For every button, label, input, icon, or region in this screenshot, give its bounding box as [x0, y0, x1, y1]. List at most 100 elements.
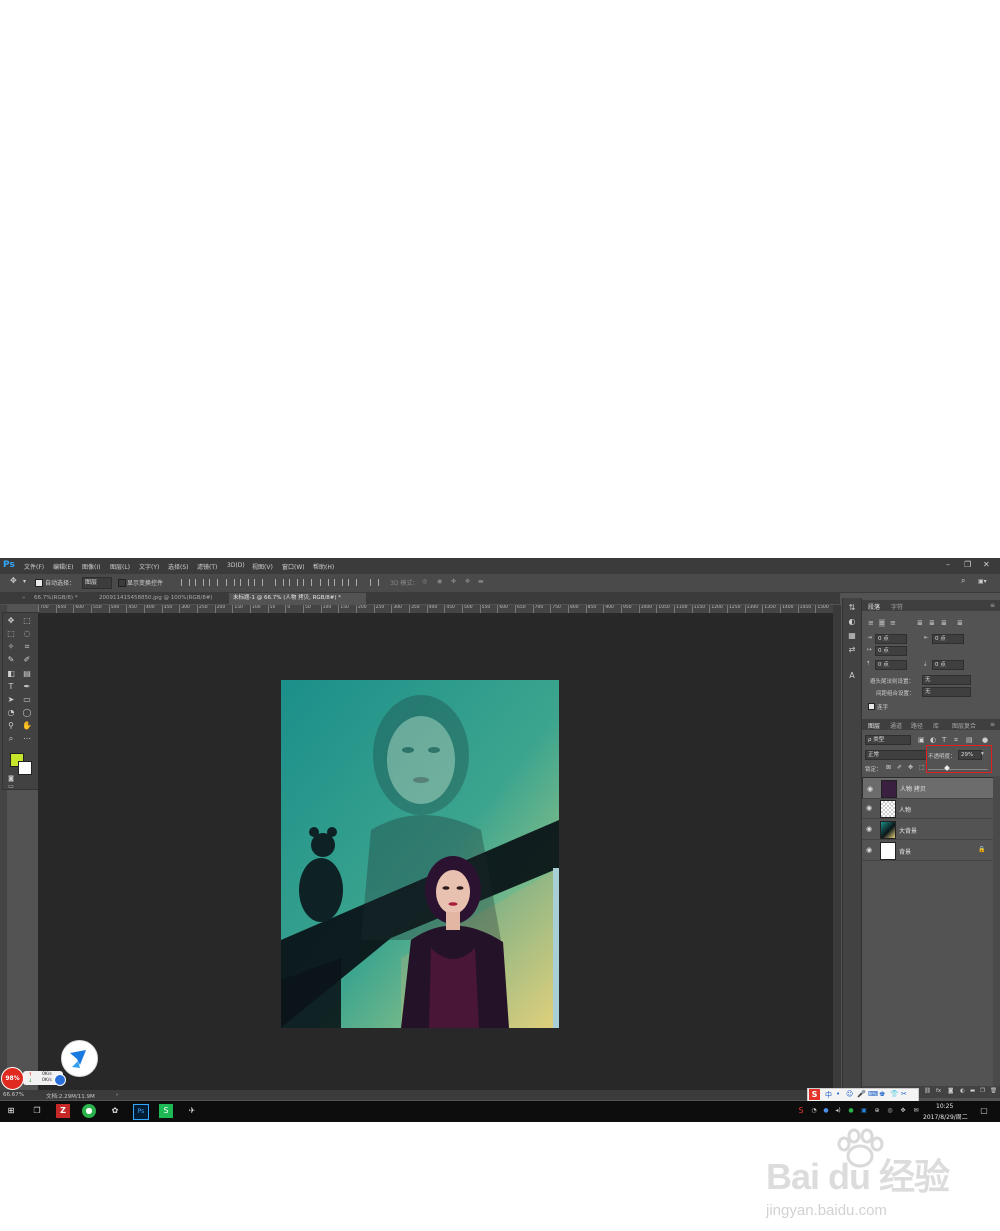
filter-toggle-icon[interactable]: ● [982, 736, 988, 744]
eye-icon[interactable]: ◉ [866, 846, 872, 854]
link-layers-icon[interactable]: ⛓ [924, 1088, 931, 1094]
3d-slide-icon[interactable]: ✥ [465, 578, 470, 585]
align-right-text-icon[interactable]: ≡ [890, 619, 896, 627]
layer-row[interactable]: ◉ 人物 [862, 798, 993, 819]
clock-time[interactable]: 10:25 [936, 1103, 953, 1110]
adjustments-panel-icon[interactable]: ⇄ [846, 644, 858, 655]
filter-pixel-icon[interactable]: ▣ [918, 736, 925, 744]
distribute-vcenter-icon[interactable] [289, 579, 298, 586]
tray-app-icon[interactable]: ✥ [896, 1104, 910, 1118]
layer-row[interactable]: ◉ 背景 🔒 [862, 840, 993, 861]
align-left-icon[interactable] [226, 579, 235, 586]
swatches-panel-icon[interactable]: ▦ [846, 630, 858, 641]
type-tool-icon[interactable]: T [5, 681, 17, 692]
auto-select-checkbox[interactable] [35, 579, 43, 587]
task-view-icon[interactable]: ❐ [30, 1104, 44, 1118]
minimize-icon[interactable]: – [946, 560, 950, 569]
align-hcenter-icon[interactable] [240, 579, 249, 586]
distribute-right-icon[interactable] [348, 579, 357, 586]
workspace-icon[interactable]: ▣▾ [978, 578, 987, 585]
tray-network-icon[interactable]: ⊕ [870, 1104, 884, 1118]
move-tool-icon[interactable]: ✥ [5, 615, 17, 626]
space-before-field[interactable]: 0 点 [875, 660, 907, 670]
indent-left-field[interactable]: 0 点 [875, 634, 907, 644]
filter-smart-icon[interactable]: ▤ [966, 736, 973, 744]
filter-shape-icon[interactable]: ⌗ [954, 736, 958, 745]
sogou-ime-icon[interactable]: S [809, 1089, 820, 1100]
background-color-swatch[interactable] [18, 761, 32, 775]
canvas-workspace[interactable] [38, 614, 833, 1090]
vertical-scrollbar[interactable] [833, 605, 841, 1090]
brush-tool-icon[interactable]: ✐ [21, 654, 33, 665]
menu-view[interactable]: 视图(V) [252, 562, 273, 571]
show-transform-checkbox[interactable] [118, 579, 126, 587]
notification-icon[interactable]: ▢ [977, 1104, 991, 1118]
magic-wand-tool-icon[interactable]: ✧ [5, 641, 17, 652]
zoom-tool-icon[interactable]: ⌕ [5, 733, 17, 744]
tab-layer-comps[interactable]: 图层复合 [952, 721, 976, 730]
path-select-tool-icon[interactable]: ➤ [5, 694, 17, 705]
justify-all-icon[interactable]: ≣ [957, 619, 963, 627]
filter-adjust-icon[interactable]: ◐ [930, 736, 936, 744]
delete-layer-icon[interactable]: 🗑 [990, 1088, 997, 1094]
filter-type-icon[interactable]: T [942, 736, 946, 744]
emoji-icon[interactable]: ☺ [846, 1090, 853, 1098]
blend-mode-select[interactable]: 正常 [865, 750, 927, 760]
menu-type[interactable]: 文字(Y) [139, 562, 159, 571]
justify-right-icon[interactable]: ≣ [941, 619, 947, 627]
screen-mode-icon[interactable]: ▭ [5, 781, 17, 792]
filezilla-icon[interactable]: Z [56, 1104, 70, 1118]
document-canvas[interactable] [281, 680, 559, 1028]
bird-app-icon[interactable] [61, 1040, 98, 1077]
tab-channels[interactable]: 通道 [890, 721, 902, 730]
distribute-bottom-icon[interactable] [303, 579, 312, 586]
align-center-text-icon[interactable]: ≡ [879, 619, 885, 627]
3d-rotate-icon[interactable]: ◎ [422, 578, 427, 585]
align-left-text-icon[interactable]: ≡ [868, 619, 874, 627]
tray-app-icon[interactable]: ● [844, 1104, 858, 1118]
tools-icon[interactable]: ✂ [901, 1090, 907, 1098]
tray-sogou-icon[interactable]: S [794, 1104, 808, 1118]
tray-app-icon[interactable]: ▣ [857, 1104, 871, 1118]
stamp-tool-icon[interactable]: ⚲ [5, 720, 17, 731]
color-panel-icon[interactable]: ◐ [846, 616, 858, 627]
distribute-left-icon[interactable] [320, 579, 329, 586]
layer-filter-select[interactable]: ρ 类型 [865, 735, 911, 745]
tab-doc-1[interactable]: 66.7%(RGB/8) * [30, 593, 96, 604]
hand-tool-icon[interactable]: ✋ [21, 720, 33, 731]
keyboard-icon[interactable]: ⌨ [868, 1090, 878, 1098]
lock-position-icon[interactable]: ✥ [908, 764, 913, 771]
align-vcenter-icon[interactable] [195, 579, 204, 586]
menu-help[interactable]: 帮助(H) [313, 562, 334, 571]
move-tool-icon[interactable]: ✥ [10, 576, 17, 585]
layer-row[interactable]: ◉ 大背景 [862, 819, 993, 840]
menu-image[interactable]: 图像(I) [82, 562, 100, 571]
status-menu-icon[interactable]: › [116, 1092, 118, 1098]
bird-taskbar-icon[interactable]: ✈ [185, 1104, 199, 1118]
restore-icon[interactable]: ❐ [964, 560, 971, 569]
lasso-tool-icon[interactable]: ◌ [21, 628, 33, 639]
search-icon[interactable]: ⌕ [961, 576, 965, 586]
new-group-icon[interactable]: ▬ [970, 1088, 975, 1094]
chevron-down-icon[interactable]: ▾ [23, 578, 26, 585]
close-icon[interactable]: ✕ [983, 560, 990, 569]
justify-left-icon[interactable]: ≣ [917, 619, 923, 627]
tray-app-icon[interactable]: ✉ [909, 1104, 923, 1118]
history-panel-icon[interactable]: ⇅ [846, 602, 858, 613]
eraser-tool-icon[interactable]: ◧ [5, 668, 17, 679]
punctuation-icon[interactable]: • [836, 1090, 840, 1098]
menu-filter[interactable]: 滤镜(T) [197, 562, 217, 571]
3d-scale-icon[interactable]: ▬ [478, 578, 484, 585]
tab-doc-active[interactable]: 未标题-1 @ 66.7% (人物 拷贝, RGB/8#) * [229, 593, 366, 604]
auto-select-dropdown[interactable]: 图层 [82, 577, 112, 589]
eye-icon[interactable]: ◉ [866, 825, 872, 833]
character-panel-icon[interactable]: A [846, 670, 858, 681]
eyedropper-tool-icon[interactable]: ✎ [5, 654, 17, 665]
skin-icon[interactable]: ♚ [879, 1090, 885, 1098]
menu-select[interactable]: 选择(S) [168, 562, 189, 571]
align-right-icon[interactable] [254, 579, 263, 586]
pen-tool-icon[interactable]: ✒ [21, 681, 33, 692]
distribute-hcenter-icon[interactable] [334, 579, 343, 586]
tabs-overflow-icon[interactable]: » [18, 593, 25, 604]
tab-paths[interactable]: 路径 [911, 721, 923, 730]
